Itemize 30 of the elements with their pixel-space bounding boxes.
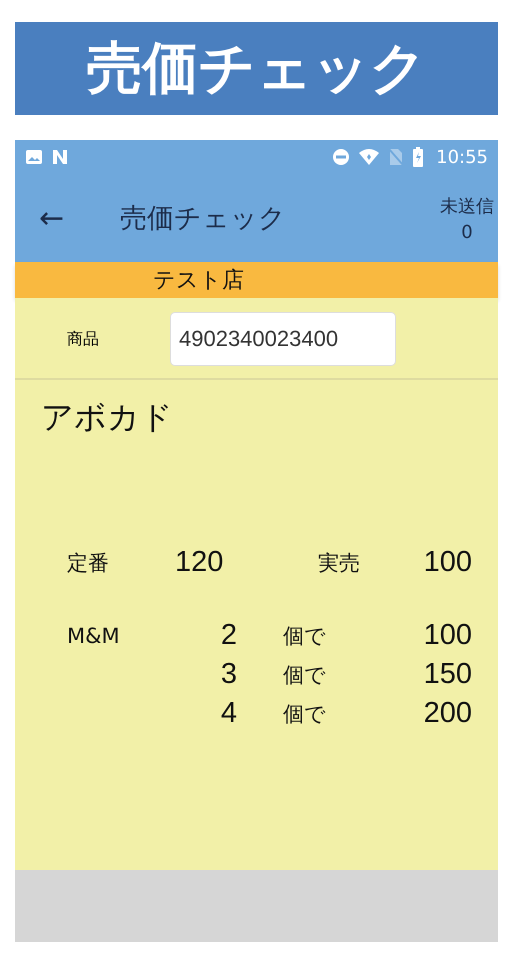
- actual-price-label: 実売: [317, 550, 360, 576]
- tier-unit: 個で: [283, 702, 326, 726]
- tier-quantity: 3: [220, 658, 237, 691]
- back-button[interactable]: ←: [33, 200, 70, 236]
- tier-price: 200: [422, 697, 472, 730]
- unsent-count: 0: [461, 222, 473, 242]
- do-not-disturb-icon: [332, 148, 350, 166]
- status-time: 10:55: [436, 146, 488, 168]
- tier-unit: 個で: [283, 662, 326, 686]
- product-code-field[interactable]: 4902340023400: [170, 312, 396, 366]
- tier-quantity: 2: [220, 619, 237, 652]
- product-name: アボカド: [40, 397, 174, 438]
- n-logo-icon: [51, 149, 69, 165]
- tier-unit: 個で: [283, 624, 326, 648]
- banner-title: 売価チェック: [86, 34, 426, 102]
- mix-match-label: M&M: [67, 624, 120, 648]
- store-name: テスト店: [153, 267, 244, 295]
- tier-price: 100: [422, 619, 472, 652]
- unsent-label: 未送信: [440, 194, 494, 218]
- battery-icon: [412, 147, 424, 167]
- no-sim-icon: [388, 148, 404, 166]
- screen-title: 売価チェック: [120, 202, 288, 236]
- regular-price-label: 定番: [67, 550, 110, 576]
- regular-price: 120: [174, 546, 224, 579]
- tier-price: 150: [422, 658, 472, 691]
- product-label: 商品: [67, 328, 100, 350]
- tier-quantity: 4: [220, 697, 237, 730]
- wifi-icon: [358, 148, 380, 166]
- actual-price: 100: [422, 546, 472, 579]
- image-icon: [25, 149, 43, 165]
